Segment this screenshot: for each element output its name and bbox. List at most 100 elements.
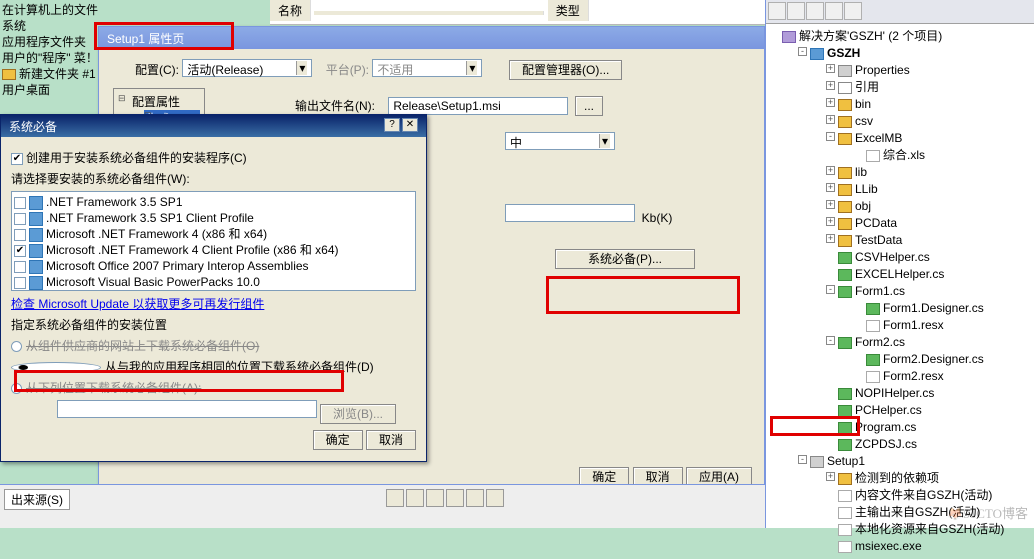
install-location-label: 指定系统必备组件的安装位置 bbox=[11, 316, 416, 333]
solution-explorer: 解决方案'GSZH' (2 个项目) -GSZH +Properties +引用… bbox=[765, 0, 1034, 528]
folder-icon bbox=[2, 69, 16, 80]
ms-update-link[interactable]: 检查 Microsoft Update 以获取更多可再发行组件 bbox=[11, 297, 264, 311]
setup-icon bbox=[810, 456, 824, 468]
prereq-item[interactable]: Microsoft .NET Framework 4 (x86 和 x64) bbox=[14, 226, 413, 242]
folder-icon bbox=[838, 167, 852, 179]
prereq-title: 系统必备 bbox=[9, 120, 57, 134]
browse-output-button[interactable]: ... bbox=[575, 96, 603, 116]
checkbox[interactable] bbox=[14, 229, 26, 241]
expander-icon[interactable]: - bbox=[798, 47, 807, 56]
col-type[interactable]: 类型 bbox=[548, 0, 589, 21]
folder-icon bbox=[838, 184, 852, 196]
cs-icon bbox=[838, 388, 852, 400]
component-icon bbox=[29, 196, 43, 210]
cs-icon bbox=[838, 439, 852, 451]
config-label: 配置(C): bbox=[135, 61, 179, 78]
cs-icon bbox=[866, 354, 880, 366]
component-icon bbox=[29, 212, 43, 226]
folder-icon bbox=[838, 99, 852, 111]
file-list-bg: 名称 类型 bbox=[270, 0, 765, 25]
checkbox[interactable] bbox=[14, 197, 26, 209]
checkbox[interactable] bbox=[14, 261, 26, 273]
prereq-titlebar[interactable]: 系统必备 ✕ ? bbox=[1, 115, 426, 137]
project-icon bbox=[810, 48, 824, 60]
tool-icon[interactable] bbox=[446, 489, 464, 507]
prereq-cancel-button[interactable]: 取消 bbox=[366, 430, 416, 450]
folder-icon bbox=[838, 116, 852, 128]
desktop-tree: 在计算机上的文件系统 应用程序文件夹 用户的"程序" 菜！ 新建文件夹 #1 用… bbox=[0, 0, 110, 100]
col-name[interactable]: 名称 bbox=[270, 0, 311, 21]
folder-icon bbox=[838, 235, 852, 247]
output-icon bbox=[838, 524, 852, 536]
tool-icon[interactable] bbox=[844, 2, 862, 20]
output-file-label: 输出文件名(N): bbox=[295, 97, 375, 114]
source-tab[interactable]: 出来源(S) bbox=[4, 489, 70, 510]
tool-icon[interactable] bbox=[787, 2, 805, 20]
close-icon[interactable]: ✕ bbox=[402, 118, 418, 132]
resx-icon bbox=[866, 320, 880, 332]
tool-icon[interactable] bbox=[386, 489, 404, 507]
solution-tree[interactable]: 解决方案'GSZH' (2 个项目) -GSZH +Properties +引用… bbox=[766, 24, 1034, 559]
xls-icon bbox=[866, 150, 880, 162]
config-select[interactable]: 活动(Release) bbox=[182, 59, 312, 77]
solution-icon bbox=[782, 31, 796, 43]
help-icon[interactable]: ? bbox=[384, 118, 400, 132]
create-installer-checkbox[interactable] bbox=[11, 153, 23, 165]
tool-icon[interactable] bbox=[806, 2, 824, 20]
tool-icon[interactable] bbox=[768, 2, 786, 20]
prereq-ok-button[interactable]: 确定 bbox=[313, 430, 363, 450]
prereq-item[interactable]: Microsoft .NET Framework 4 Client Profil… bbox=[14, 242, 413, 258]
radio-vendor[interactable] bbox=[11, 341, 22, 352]
watermark: 🦊51CTO博客 bbox=[947, 503, 1028, 522]
tool-icon[interactable] bbox=[406, 489, 424, 507]
prereq-item[interactable]: .NET Framework 3.5 SP1 Client Profile bbox=[14, 210, 413, 226]
prereq-dialog: 系统必备 ✕ ? 创建用于安装系统必备组件的安装程序(C) 请选择要安装的系统必… bbox=[0, 114, 427, 462]
output-file-input[interactable]: Release\Setup1.msi bbox=[388, 97, 568, 115]
references-icon bbox=[838, 82, 852, 94]
custom-path-input bbox=[57, 400, 317, 418]
desktop-line: 在计算机上的文件系统 bbox=[2, 2, 108, 34]
select-components-label: 请选择要安装的系统必备组件(W): bbox=[11, 170, 416, 187]
desktop-line: 用户的"程序" 菜！ bbox=[2, 50, 108, 66]
highlight-box bbox=[14, 370, 344, 392]
desktop-folder[interactable]: 新建文件夹 #1 bbox=[2, 66, 108, 82]
cs-icon bbox=[838, 286, 852, 298]
prereq-item[interactable]: Microsoft Office 2007 Primary Interop As… bbox=[14, 258, 413, 274]
properties-icon bbox=[838, 65, 852, 77]
component-icon bbox=[29, 276, 43, 290]
resx-icon bbox=[866, 371, 880, 383]
tool-icon[interactable] bbox=[486, 489, 504, 507]
mid-select[interactable]: 中 bbox=[505, 132, 615, 150]
cs-icon bbox=[838, 252, 852, 264]
tool-icon[interactable] bbox=[466, 489, 484, 507]
checkbox[interactable] bbox=[14, 213, 26, 225]
config-manager-button[interactable]: 配置管理器(O)... bbox=[509, 60, 622, 80]
components-listbox[interactable]: .NET Framework 3.5 SP1.NET Framework 3.5… bbox=[11, 191, 416, 291]
prereq-item[interactable]: .NET Framework 3.5 SP1 bbox=[14, 194, 413, 210]
tool-icon[interactable] bbox=[825, 2, 843, 20]
folder-icon bbox=[838, 473, 852, 485]
solution-toolbar bbox=[766, 0, 1034, 24]
desktop-line: 用户桌面 bbox=[2, 82, 108, 98]
desktop-line: 应用程序文件夹 bbox=[2, 34, 108, 50]
prereq-item[interactable]: Microsoft Visual Basic PowerPacks 10.0 bbox=[14, 274, 413, 290]
component-icon bbox=[29, 228, 43, 242]
output-icon bbox=[838, 490, 852, 502]
checkbox[interactable] bbox=[14, 245, 26, 257]
prereq-button[interactable]: 系统必备(P)... bbox=[555, 249, 695, 269]
tool-icon[interactable] bbox=[426, 489, 444, 507]
cs-icon bbox=[838, 337, 852, 349]
cs-icon bbox=[838, 269, 852, 281]
exe-icon bbox=[838, 541, 852, 553]
folder-icon bbox=[838, 133, 852, 145]
kb-input[interactable] bbox=[505, 204, 635, 222]
checkbox[interactable] bbox=[14, 277, 26, 289]
platform-label: 平台(P): bbox=[326, 61, 369, 78]
bottom-bar: 出来源(S) bbox=[0, 484, 765, 528]
highlight-box bbox=[770, 416, 860, 436]
kb-label: Kb(K) bbox=[642, 211, 673, 225]
cs-icon bbox=[866, 303, 880, 315]
component-icon bbox=[29, 260, 43, 274]
browse-button: 浏览(B)... bbox=[320, 404, 396, 424]
folder-icon bbox=[838, 201, 852, 213]
